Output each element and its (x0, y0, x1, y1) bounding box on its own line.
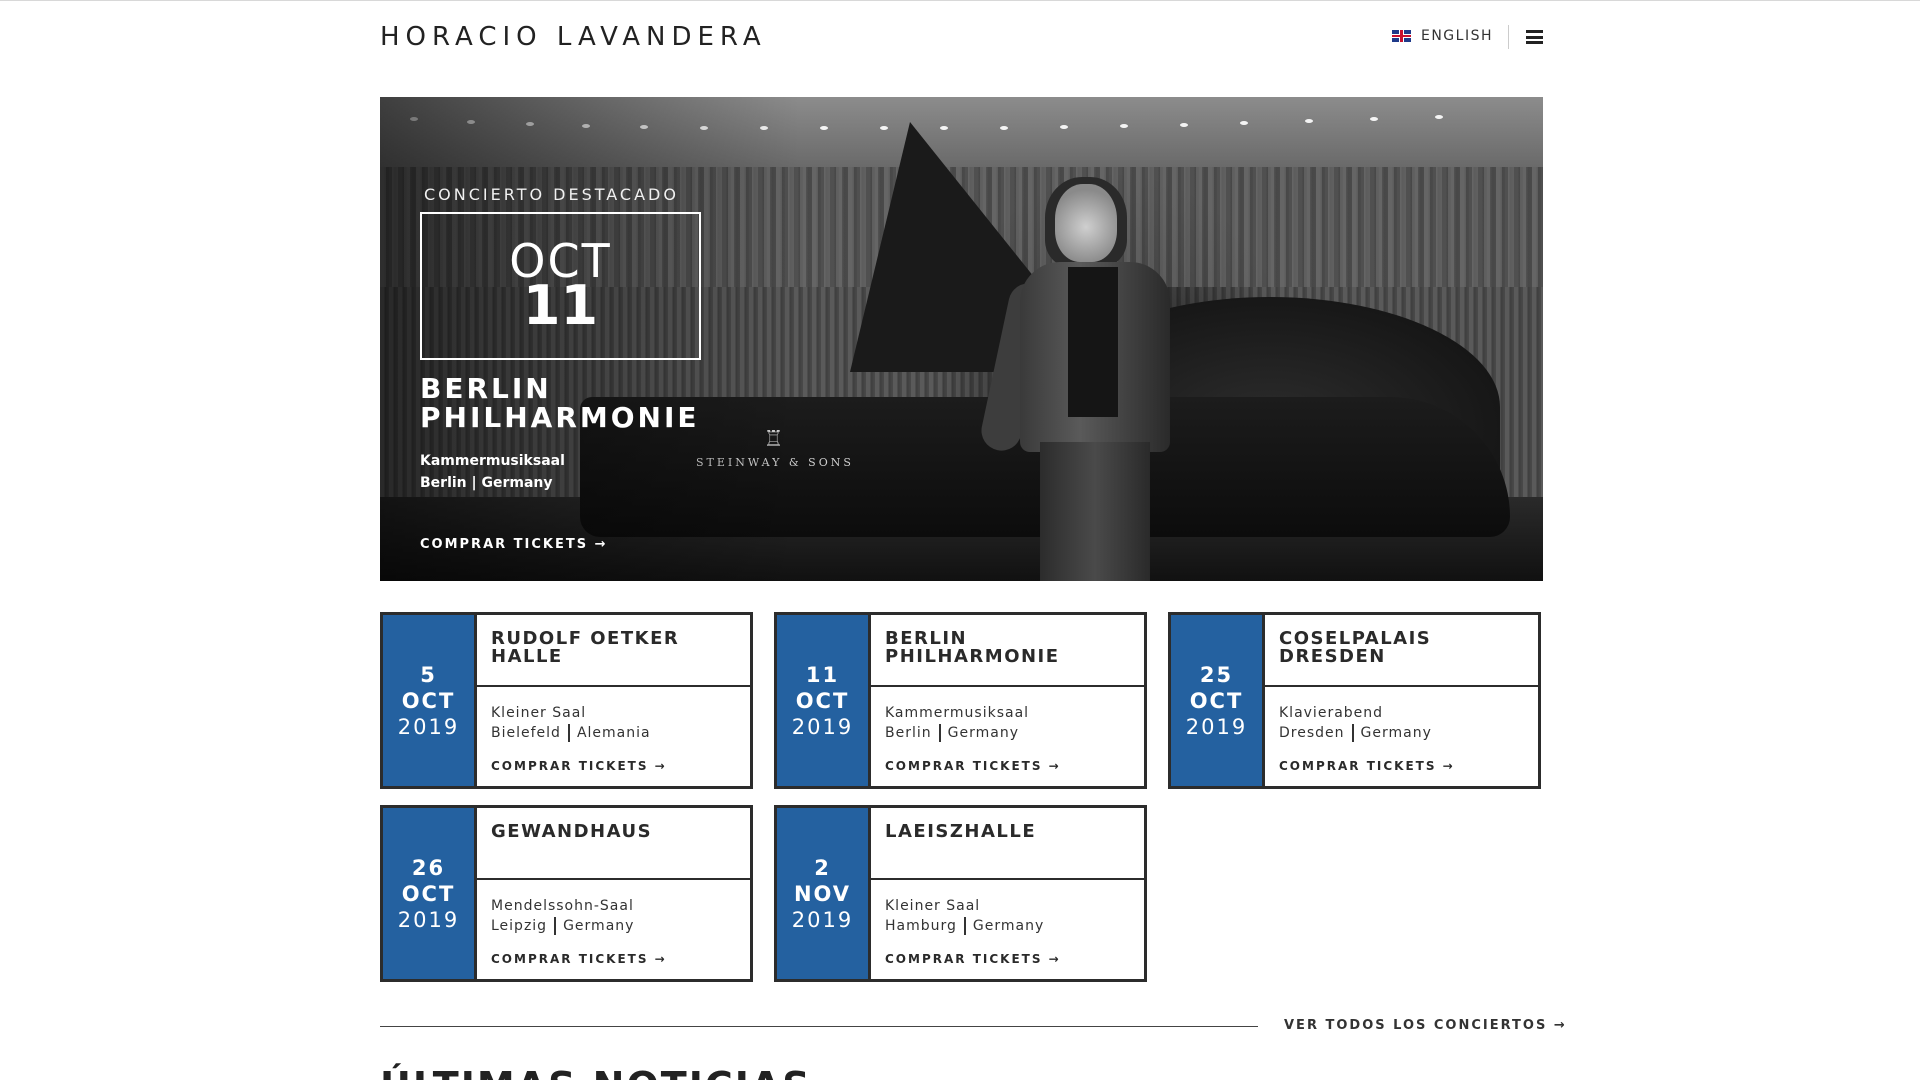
pianist-photo (977, 172, 1220, 581)
site-logo[interactable]: HORACIO LAVANDERA (380, 22, 767, 52)
concert-room: Kleiner Saal (491, 705, 587, 721)
concert-date: 2 NOV 2019 (777, 808, 868, 979)
concert-location: Bielefeld Alemania (491, 724, 651, 742)
concert-room: Kammermusiksaal (885, 705, 1030, 721)
buy-tickets-link[interactable]: COMPRAR TICKETS → (1279, 759, 1455, 773)
featured-venue-details: Kammermusiksaal Berlin | Germany (420, 450, 701, 494)
buy-tickets-link[interactable]: COMPRAR TICKETS → (491, 952, 667, 966)
featured-venue-title: BERLIN PHILHARMONIE (420, 372, 700, 434)
concert-card: 26 OCT 2019 GEWANDHAUS Mendelssohn-Saal Le… (380, 805, 753, 982)
concert-location: Dresden Germany (1279, 724, 1432, 742)
section-divider (380, 1026, 1258, 1027)
buy-tickets-link[interactable]: COMPRAR TICKETS → (491, 759, 667, 773)
featured-buy-tickets-link[interactable]: COMPRAR TICKETS → (420, 537, 608, 552)
featured-room: Kammermusiksaal (420, 453, 565, 469)
concert-card: 5 OCT 2019 RUDOLF OETKER HALLE Kleiner Saa… (380, 612, 753, 789)
concert-date: 5 OCT 2019 (383, 615, 474, 786)
featured-location: Berlin | Germany (420, 475, 553, 491)
featured-date-box: OCT 11 (420, 212, 701, 360)
concert-venue: COSELPALAIS DRESDEN (1279, 628, 1432, 667)
concert-venue: GEWANDHAUS (491, 821, 653, 842)
featured-kicker: CONCIERTO DESTACADO (424, 185, 679, 204)
concert-location: Leipzig Germany (491, 917, 635, 935)
concert-room: Klavierabend (1279, 705, 1384, 721)
concert-card: 25 OCT 2019 COSELPALAIS DRESDEN Klavierabe… (1168, 612, 1541, 789)
language-label: ENGLISH (1420, 28, 1493, 44)
concert-room: Mendelssohn-Saal (491, 898, 634, 914)
header-divider (1508, 25, 1509, 49)
concert-room: Kleiner Saal (885, 898, 981, 914)
site-header: HORACIO LAVANDERA ENGLISH (380, 0, 1543, 78)
uk-flag-icon (1391, 30, 1411, 42)
concert-date: 26 OCT 2019 (383, 808, 474, 979)
concert-card: 11 OCT 2019 BERLIN PHILHARMONIE Kammermusi… (774, 612, 1147, 789)
concert-location: Berlin Germany (885, 724, 1019, 742)
concert-location: Hamburg Germany (885, 917, 1045, 935)
all-concerts-link[interactable]: VER TODOS LOS CONCIERTOS → (1284, 1018, 1567, 1033)
featured-concert-banner: ♖ STEINWAY & SONS CONCIERTO DESTACADO OC… (380, 97, 1543, 581)
concert-date: 25 OCT 2019 (1171, 615, 1262, 786)
news-section-title: ÚLTIMAS NOTICIAS (380, 1064, 812, 1080)
featured-day: 11 (522, 274, 599, 337)
buy-tickets-link[interactable]: COMPRAR TICKETS → (885, 952, 1061, 966)
buy-tickets-link[interactable]: COMPRAR TICKETS → (885, 759, 1061, 773)
concert-venue: LAEISZHALLE (885, 821, 1037, 842)
concert-card: 2 NOV 2019 LAEISZHALLE Kleiner Saal Hambur… (774, 805, 1147, 982)
hamburger-icon[interactable] (1526, 30, 1543, 44)
featured-concert-info: CONCIERTO DESTACADO OCT 11 BERLIN PHILHA… (420, 185, 701, 552)
concert-venue: BERLIN PHILHARMONIE (885, 628, 1060, 667)
language-switcher[interactable]: ENGLISH (1391, 28, 1493, 44)
concert-date: 11 OCT 2019 (777, 615, 868, 786)
concert-venue: RUDOLF OETKER HALLE (491, 628, 680, 667)
